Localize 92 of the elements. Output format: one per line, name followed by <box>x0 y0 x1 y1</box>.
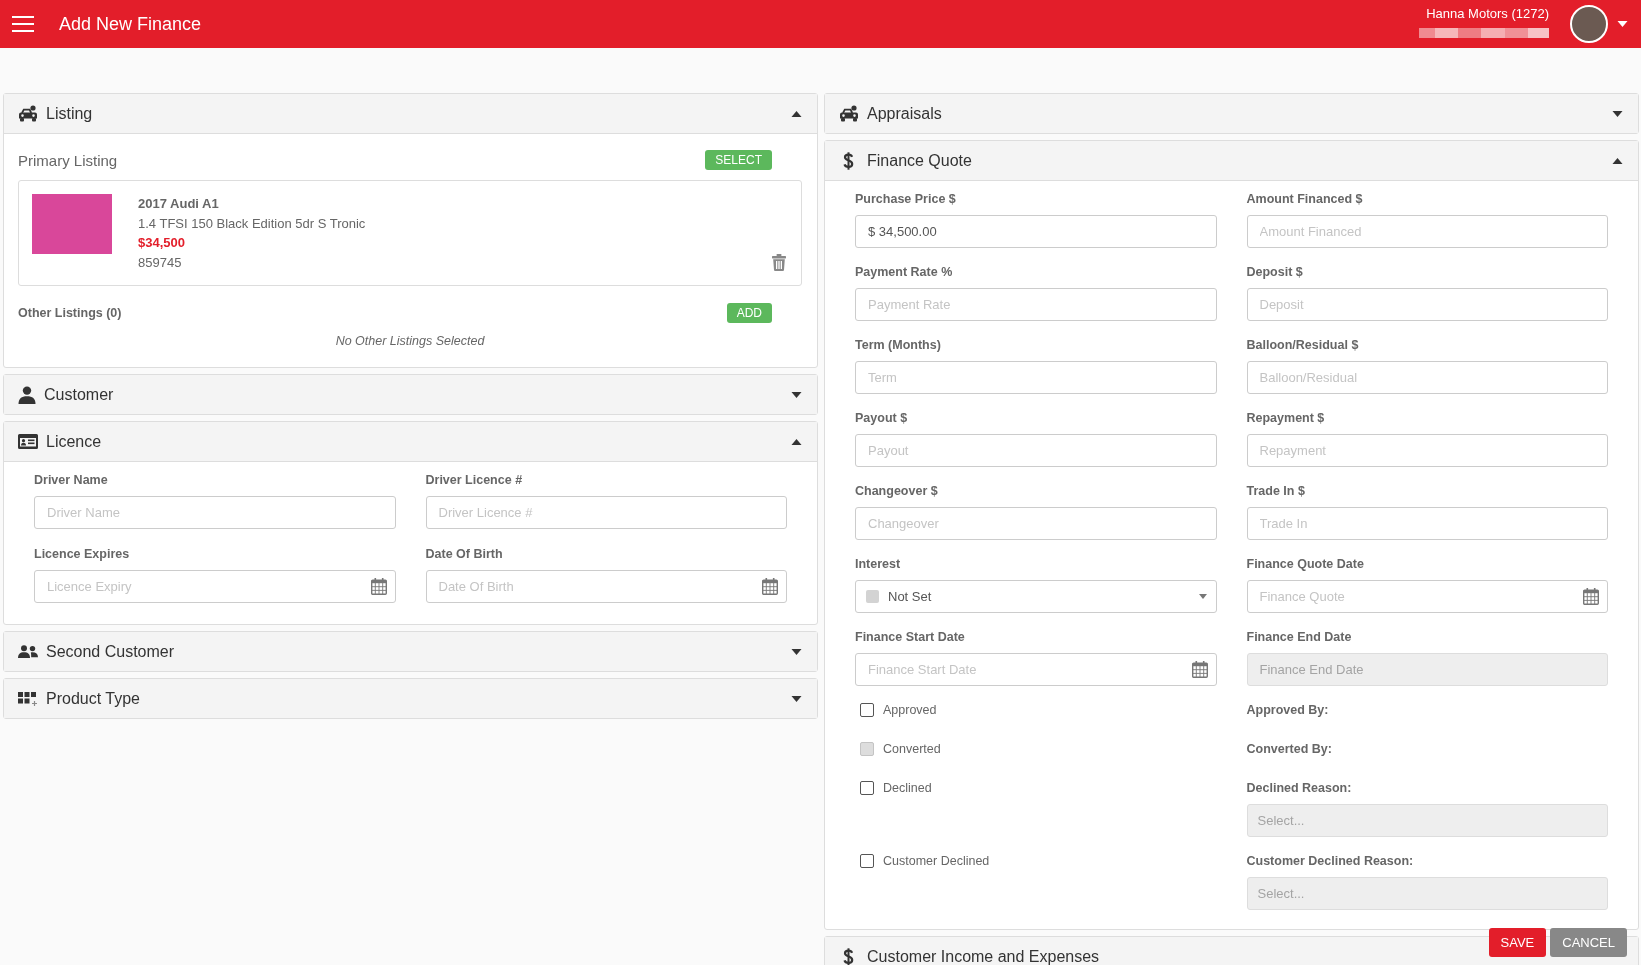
text-input[interactable]: Amount Financed <box>1246 215 1608 248</box>
panel-title: Product Type <box>46 689 141 708</box>
panel-header[interactable]: Listing <box>4 94 817 134</box>
user-icon <box>18 385 36 404</box>
caret-down-icon[interactable] <box>791 695 802 702</box>
trash-icon[interactable] <box>772 254 786 271</box>
calendar-icon[interactable] <box>1583 588 1599 605</box>
avatar[interactable] <box>1570 5 1608 43</box>
field-label: Trade In $ <box>1246 483 1305 499</box>
field-label: Customer Declined Reason: <box>1246 853 1414 869</box>
field-label: Repayment $ <box>1246 410 1325 426</box>
users-icon <box>18 645 38 658</box>
text-input[interactable]: $ 34,500.00 <box>855 215 1217 248</box>
panel-header[interactable]: Finance Quote <box>825 141 1638 181</box>
caret-up-icon[interactable] <box>791 438 802 445</box>
checkbox[interactable] <box>860 854 874 868</box>
checkbox[interactable] <box>860 781 874 795</box>
text-input[interactable]: Term <box>855 361 1217 394</box>
menu-icon[interactable] <box>12 16 34 32</box>
field-label: Converted By: <box>1246 741 1332 757</box>
checkbox-label: Customer Declined <box>883 854 990 868</box>
vehicle-description: 1.4 TFSI 150 Black Edition 5dr S Tronic <box>138 214 366 233</box>
caret-down-icon[interactable] <box>791 391 802 398</box>
field-label: Balloon/Residual $ <box>1246 337 1359 353</box>
caret-up-icon[interactable] <box>1612 157 1623 164</box>
field-label: Term (Months) <box>855 337 941 353</box>
dollar-icon <box>843 151 854 170</box>
calendar-icon[interactable] <box>1191 661 1208 678</box>
field-label: Driver Name <box>34 472 108 488</box>
text-input[interactable]: Driver Name <box>34 496 396 529</box>
field-label: Payout $ <box>855 410 908 426</box>
panel-header[interactable]: Appraisals <box>825 94 1638 133</box>
text-input[interactable]: Driver Licence # <box>425 496 787 529</box>
text-input[interactable]: Payout <box>855 434 1217 467</box>
panel-title: Appraisals <box>867 104 943 123</box>
calendar-icon[interactable] <box>762 578 778 595</box>
field-label: Interest <box>855 556 901 572</box>
field-label: Amount Financed $ <box>1246 191 1363 207</box>
caret-icon[interactable] <box>1617 21 1628 27</box>
panel-header[interactable]: Product Type <box>4 679 817 718</box>
panel-header[interactable]: Second Customer <box>4 632 817 671</box>
field-label: Date Of Birth <box>425 546 503 562</box>
panel-title: Customer Income and Expenses <box>867 947 1101 965</box>
checkbox-label: Converted <box>883 742 941 756</box>
field-label: Deposit $ <box>1246 264 1303 280</box>
panel-title: Licence <box>46 432 103 451</box>
select-field[interactable]: Not Set <box>855 580 1217 613</box>
checkbox[interactable] <box>860 703 874 717</box>
field-label: Approved By: <box>1246 702 1329 718</box>
account-name[interactable]: Hanna Motors (1272) <box>1426 6 1549 22</box>
field-label: Finance End Date <box>1246 629 1352 645</box>
field-label: Driver Licence # <box>425 472 523 488</box>
caret-up-icon[interactable] <box>791 110 802 117</box>
section-label: Other Listings (0) <box>18 306 122 320</box>
field-label: Finance Start Date <box>855 629 965 645</box>
grid-icon <box>18 691 38 706</box>
panel-header[interactable]: Customer <box>4 375 817 414</box>
field-label: Declined Reason: <box>1246 780 1352 796</box>
panel-header[interactable]: Licence <box>4 422 817 462</box>
page-title: Add New Finance <box>59 13 202 35</box>
checkbox-label: Approved <box>883 703 937 717</box>
text-input[interactable]: Repayment <box>1246 434 1608 467</box>
calendar-icon[interactable] <box>370 578 387 595</box>
text-input[interactable]: Balloon/Residual <box>1246 361 1608 394</box>
dollar-icon <box>843 947 854 965</box>
panel-title: Second Customer <box>46 642 176 661</box>
caret-down-icon[interactable] <box>791 648 802 655</box>
panel-title: Customer <box>44 385 115 404</box>
id-card-icon <box>18 434 38 449</box>
text-input[interactable]: Payment Rate <box>855 288 1217 321</box>
panel-title: Finance Quote <box>867 151 973 170</box>
field-label: Purchase Price $ <box>855 191 956 207</box>
vehicle-price: $34,500 <box>138 234 185 252</box>
cancel-button[interactable]: CANCEL <box>1550 928 1627 957</box>
field-label: Payment Rate % <box>855 264 953 280</box>
panel-title: Listing <box>46 104 94 123</box>
vehicle-title: 2017 Audi A1 <box>138 195 219 213</box>
empty-message: No Other Listings Selected <box>335 333 485 350</box>
text-input[interactable]: Changeover <box>855 507 1217 540</box>
vehicle-card[interactable]: 2017 Audi A1 1.4 TFSI 150 Black Edition 5dr S Tronic $34,500 859745 <box>18 180 802 286</box>
car-icon <box>18 105 38 122</box>
caret-down-icon[interactable] <box>1612 110 1623 117</box>
field-label: Licence Expires <box>34 546 130 562</box>
caret-icon <box>1198 594 1207 599</box>
checkbox-label: Declined <box>883 781 932 795</box>
field-label: Finance Quote Date <box>1246 556 1364 572</box>
stock-number: 859745 <box>138 253 182 272</box>
save-button[interactable]: SAVE <box>1488 928 1547 957</box>
text-input[interactable]: Deposit <box>1246 288 1608 321</box>
field-label: Changeover $ <box>855 483 938 499</box>
section-label: Primary Listing <box>18 151 118 169</box>
car-icon <box>839 105 859 122</box>
